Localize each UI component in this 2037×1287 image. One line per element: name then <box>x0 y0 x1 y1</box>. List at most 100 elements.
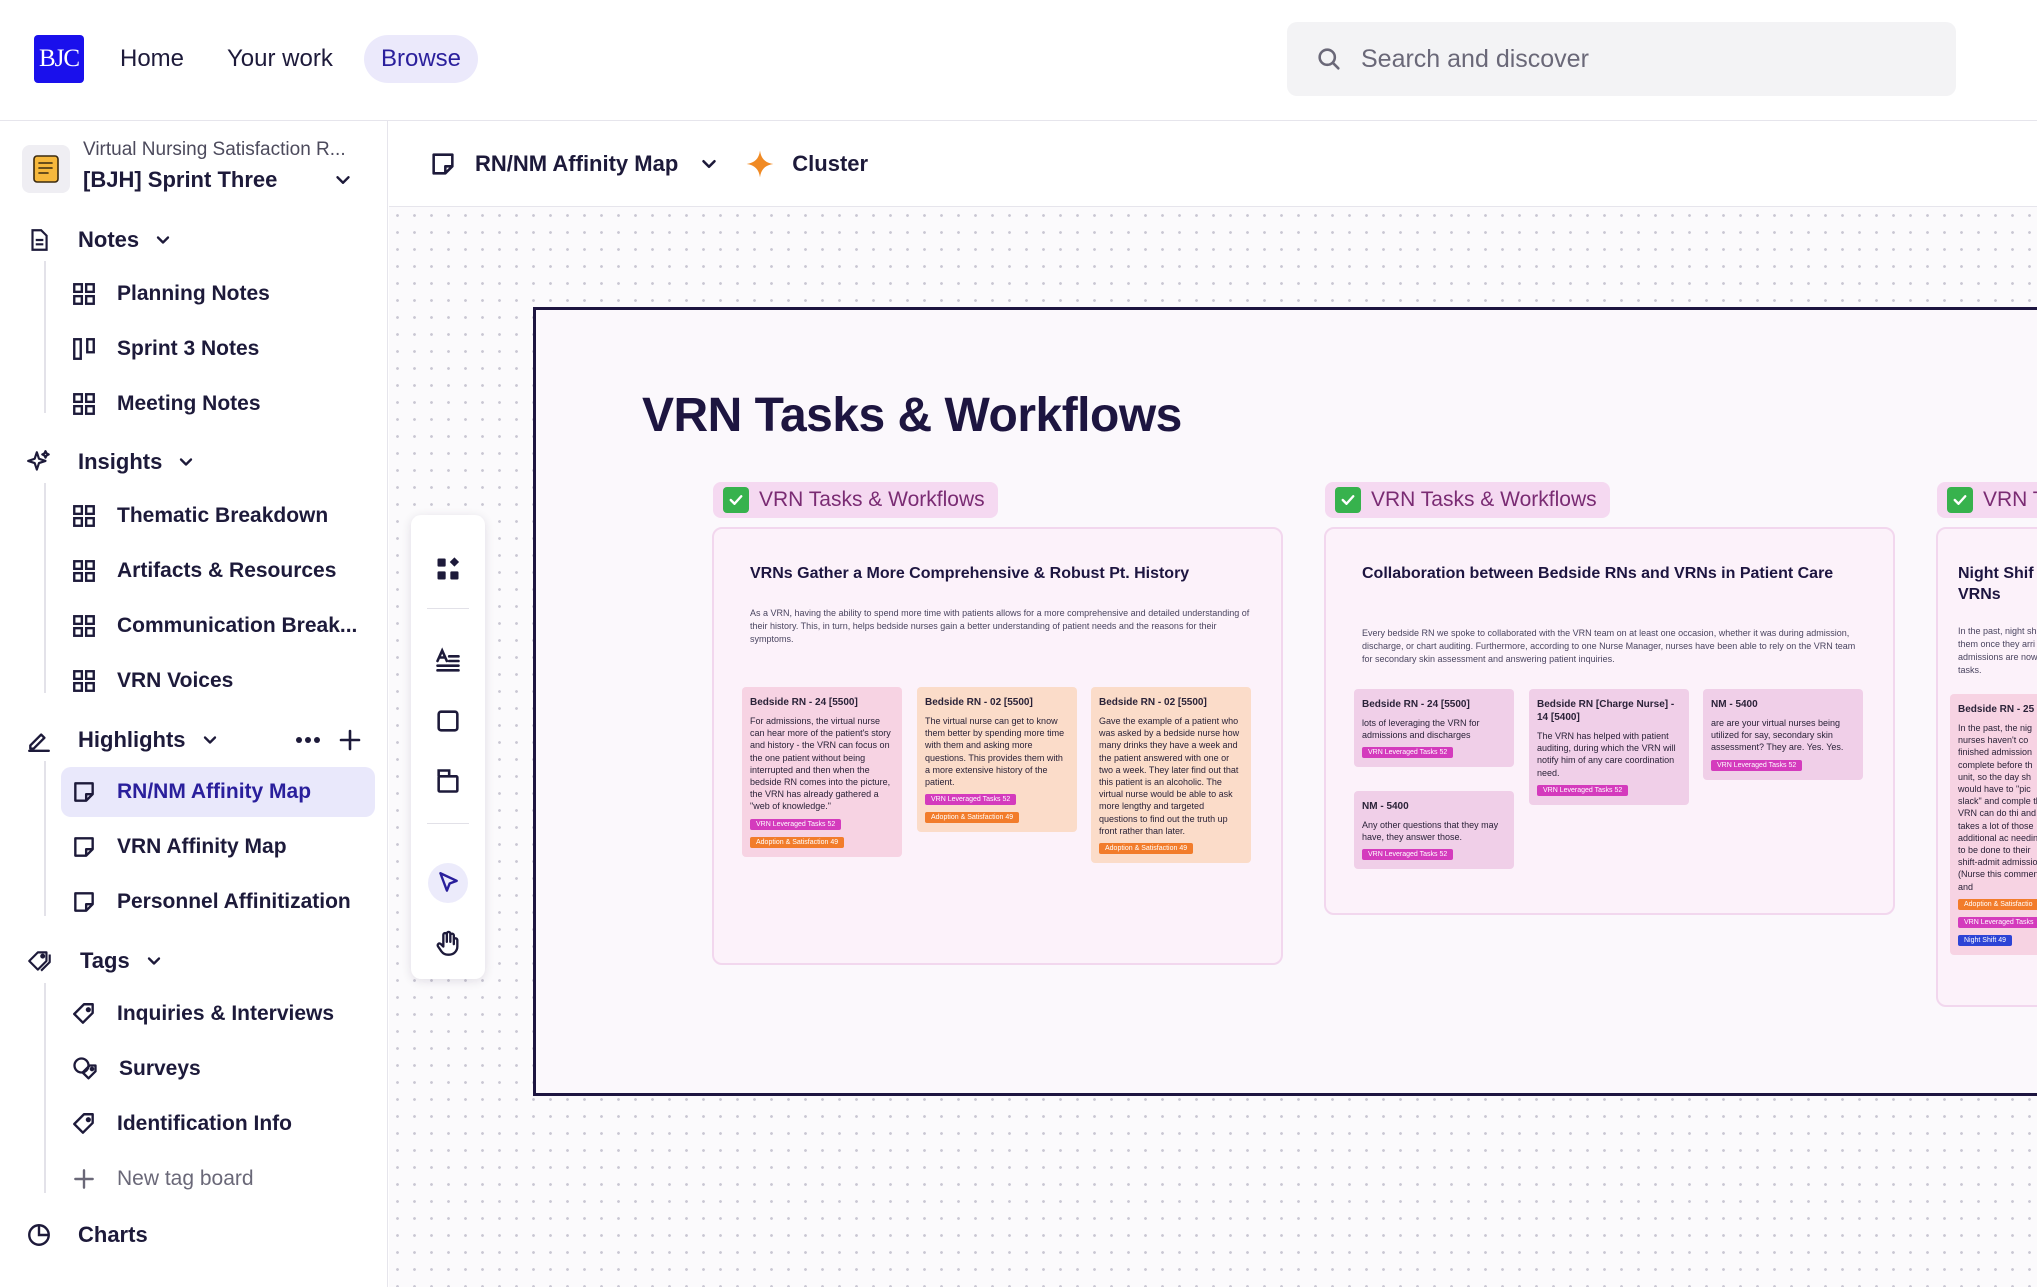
sticky-note[interactable]: NM - 5400 Any other questions that they … <box>1354 791 1514 870</box>
tag-chip[interactable]: VRN Leveraged Tasks 52 <box>925 794 1017 806</box>
plus-icon[interactable] <box>338 728 362 752</box>
sidebar-item-vrn-affinity-map[interactable]: VRN Affinity Map <box>61 822 375 872</box>
tag-chip[interactable]: VRN Leveraged Tasks 52 <box>1362 747 1454 759</box>
grid-icon <box>73 670 95 692</box>
new-tag-board-button[interactable]: New tag board <box>61 1154 375 1204</box>
cluster-card[interactable]: Night Shif VRNs In the past, night sh th… <box>1936 527 2037 1007</box>
cursor-icon[interactable] <box>428 863 468 903</box>
shape-tool-icon[interactable] <box>428 701 468 741</box>
sparkle-icon <box>27 450 50 471</box>
section-charts[interactable]: Charts <box>26 1217 148 1253</box>
cluster-card[interactable]: VRNs Gather a More Comprehensive & Robus… <box>712 527 1283 965</box>
tag-chip[interactable]: Adoption & Satisfaction 49 <box>1099 843 1194 855</box>
note-body: The virtual nurse can get to know them b… <box>925 716 1065 788</box>
cluster-button[interactable]: Cluster <box>792 151 868 177</box>
sticky-note[interactable]: Bedside RN - 24 [5500] For admissions, t… <box>742 687 902 857</box>
sticky-note[interactable]: Bedside RN - 25 In the past, the nig nur… <box>1950 694 2037 955</box>
sidebar-item-meeting-notes[interactable]: Meeting Notes <box>61 379 375 429</box>
tag-chip[interactable]: VRN Leveraged Tasks 52 <box>1537 784 1629 796</box>
highlighter-icon <box>28 733 50 753</box>
section-insights[interactable]: Insights <box>26 444 196 480</box>
chevron-down-icon[interactable] <box>153 230 173 250</box>
sticky-note[interactable]: Bedside RN [Charge Nurse] - 14 [5400] Th… <box>1529 689 1689 805</box>
divider <box>427 823 469 824</box>
section-highlights[interactable]: Highlights <box>26 722 220 758</box>
bjc-logo[interactable]: BJC <box>34 35 84 83</box>
sidebar-item-inquiries-interviews[interactable]: Inquiries & Interviews <box>61 989 375 1039</box>
tag-chip[interactable]: VRN Leveraged Tasks 52 <box>750 818 842 830</box>
chevron-down-icon[interactable] <box>698 153 720 175</box>
tag-chip[interactable]: Night Shift 49 <box>1958 934 2013 946</box>
chevron-down-icon[interactable] <box>200 730 220 750</box>
sidebar-item-sprint-3-notes[interactable]: Sprint 3 Notes <box>61 324 375 374</box>
pie-chart-icon <box>28 1224 50 1246</box>
note-header: Bedside RN - 24 [5500] <box>750 697 858 708</box>
tag-chip[interactable]: Adoption & Satisfaction 49 <box>750 836 845 848</box>
sticky-note[interactable]: Bedside RN - 02 [5500] The virtual nurse… <box>917 687 1077 833</box>
sticky-note[interactable]: Bedside RN - 24 [5500] lots of leveragin… <box>1354 689 1514 768</box>
document-icon <box>31 229 48 251</box>
sidebar-item-label: VRN Affinity Map <box>117 835 287 858</box>
sticky-note[interactable]: NM - 5400 are are your virtual nurses be… <box>1703 689 1863 780</box>
tags-icon <box>28 951 51 972</box>
chevron-down-icon[interactable] <box>332 169 354 191</box>
sidebar-item-label: VRN Voices <box>117 669 234 692</box>
chevron-down-icon[interactable] <box>176 452 196 472</box>
sidebar-item-rn-nm-affinity-map[interactable]: RN/NM Affinity Map <box>61 767 375 817</box>
section-notes[interactable]: Notes <box>26 222 173 258</box>
section-tags[interactable]: Tags <box>26 943 164 979</box>
chevron-down-icon[interactable] <box>144 951 164 971</box>
sidebar-item-surveys[interactable]: Surveys <box>61 1044 375 1094</box>
cluster-title: Night Shif VRNs <box>1958 565 2034 603</box>
tag-chip[interactable]: VRN Leveraged Tasks 52 <box>1711 759 1803 771</box>
group-label-text: VRN Tasks & Workflows <box>759 488 985 511</box>
tag-chip[interactable]: VRN Leveraged Tasks <box>1958 916 2037 928</box>
sidebar-item-communication-breakdown[interactable]: Communication Break... <box>61 601 375 651</box>
sidebar-item-vrn-voices[interactable]: VRN Voices <box>61 656 375 706</box>
plus-icon <box>74 1169 94 1189</box>
sticky-note-icon <box>432 152 454 175</box>
section-label: Tags <box>80 948 130 973</box>
section-tool-icon[interactable] <box>428 761 468 801</box>
add-widget-icon[interactable] <box>428 549 468 589</box>
sidebar-item-label: Inquiries & Interviews <box>117 1002 335 1025</box>
tag-chip[interactable]: VRN Leveraged Tasks 52 <box>1362 849 1454 861</box>
tag-chip[interactable]: Adoption & Satisfactio <box>1958 898 2037 910</box>
project-avatar[interactable] <box>22 145 70 193</box>
section-label: Charts <box>78 1222 148 1247</box>
tree-line <box>44 761 46 916</box>
divider <box>427 608 469 609</box>
nav-home[interactable]: Home <box>103 35 201 83</box>
sidebar-item-identification-info[interactable]: Identification Info <box>61 1099 375 1149</box>
board-name[interactable]: RN/NM Affinity Map <box>475 151 678 177</box>
board-canvas[interactable]: VRN Tasks & Workflows VRN Tasks & Workfl… <box>389 207 2037 1287</box>
sidebar-item-personnel-affinitization[interactable]: Personnel Affinitization <box>61 877 375 927</box>
cluster-card[interactable]: Collaboration between Bedside RNs and VR… <box>1324 527 1895 915</box>
note-body: lots of leveraging the VRN for admission… <box>1362 718 1480 741</box>
group-label[interactable]: VRN Tasks & Workflows <box>713 482 998 518</box>
board-frame[interactable]: VRN Tasks & Workflows VRN Tasks & Workfl… <box>533 307 2037 1096</box>
sidebar-item-planning-notes[interactable]: Planning Notes <box>61 269 375 319</box>
nav-browse[interactable]: Browse <box>364 35 479 83</box>
top-bar: BJC Home Your work Browse Search and dis… <box>0 0 2037 121</box>
hand-icon[interactable] <box>428 923 468 963</box>
search-input[interactable]: Search and discover <box>1287 22 1956 96</box>
more-icon[interactable] <box>294 729 322 751</box>
sidebar-item-artifacts-resources[interactable]: Artifacts & Resources <box>61 546 375 596</box>
tree-line <box>44 983 46 1193</box>
sticky-note[interactable]: Bedside RN - 02 [5500] Gave the example … <box>1091 687 1251 864</box>
sticky-note-icon <box>74 782 94 802</box>
group-label[interactable]: VRN T <box>1937 482 2037 518</box>
note-header: Bedside RN [Charge Nurse] - 14 [5400] <box>1537 699 1675 723</box>
sidebar-item-thematic-breakdown[interactable]: Thematic Breakdown <box>61 491 375 541</box>
tag-chip[interactable]: Adoption & Satisfaction 49 <box>925 812 1020 824</box>
text-tool-icon[interactable] <box>428 641 468 681</box>
group-label[interactable]: VRN Tasks & Workflows <box>1325 482 1610 518</box>
project-name[interactable]: [BJH] Sprint Three <box>83 167 277 193</box>
sidebar-item-label: Planning Notes <box>117 282 270 305</box>
sidebar: Virtual Nursing Satisfaction R... [BJH] … <box>0 121 388 1287</box>
note-header: NM - 5400 <box>1711 699 1758 710</box>
nav-your-work[interactable]: Your work <box>210 35 350 83</box>
kanban-icon <box>73 338 95 360</box>
cluster-description: As a VRN, having the ability to spend mo… <box>750 608 1250 644</box>
